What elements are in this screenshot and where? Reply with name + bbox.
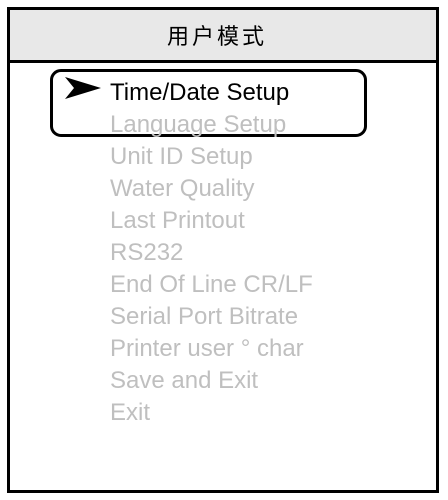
- menu-item-serial-port-bitrate[interactable]: Serial Port Bitrate: [110, 301, 298, 333]
- title-bar: 用户模式: [10, 10, 436, 63]
- page-title: 用户模式: [166, 25, 267, 50]
- menu-item-time-date-setup[interactable]: Time/Date Setup: [110, 77, 289, 109]
- menu-item-exit[interactable]: Exit: [110, 397, 150, 429]
- menu-item-save-and-exit[interactable]: Save and Exit: [110, 365, 258, 397]
- menu-item-rs232[interactable]: RS232: [110, 237, 183, 269]
- menu-item-language-setup[interactable]: Language Setup: [110, 109, 286, 141]
- arrow-pointer-icon: [65, 77, 101, 99]
- menu-list: Time/Date Setup Language Setup Unit ID S…: [10, 63, 436, 490]
- device-screen: 用户模式 Time/Date Setup Language Setup Unit…: [7, 7, 439, 493]
- menu-item-unit-id-setup[interactable]: Unit ID Setup: [110, 141, 253, 173]
- menu-item-last-printout[interactable]: Last Printout: [110, 205, 245, 237]
- menu-item-printer-user-char[interactable]: Printer user ° char: [110, 333, 304, 365]
- menu-item-end-of-line[interactable]: End Of Line CR/LF: [110, 269, 313, 301]
- menu-item-water-quality[interactable]: Water Quality: [110, 173, 254, 205]
